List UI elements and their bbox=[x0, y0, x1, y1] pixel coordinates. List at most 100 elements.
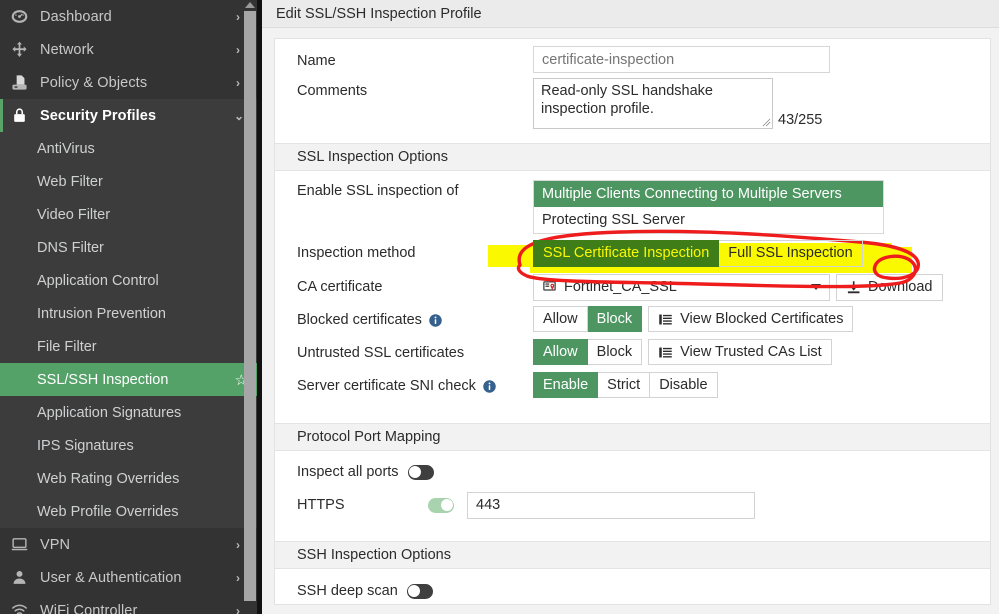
section-title: SSH Inspection Options bbox=[297, 547, 451, 563]
sidebar-item-intrusion-prevention[interactable]: Intrusion Prevention bbox=[0, 297, 262, 330]
untrusted-ssl-certificates-label: Untrusted SSL certificates bbox=[297, 338, 533, 368]
name-row: Name bbox=[275, 39, 990, 76]
inspection-method-row: Inspection method SSL Certificate Inspec… bbox=[275, 234, 990, 268]
name-input[interactable] bbox=[533, 46, 830, 73]
sidebar-group-dashboard[interactable]: Dashboard › bbox=[0, 0, 262, 33]
option-protecting-ssl-server[interactable]: Protecting SSL Server bbox=[534, 207, 883, 233]
sni-check-row: Server certificate SNI check Enable Stri… bbox=[275, 368, 990, 410]
download-ca-certificate-button[interactable]: Download bbox=[836, 274, 943, 301]
sidebar-item-label: DNS Filter bbox=[37, 240, 248, 256]
sni-check-label: Server certificate SNI check bbox=[297, 371, 533, 401]
ca-certificate-value: Fortinet_CA_SSL bbox=[557, 279, 811, 295]
sidebar-item-web-profile-overrides[interactable]: Web Profile Overrides bbox=[0, 495, 262, 528]
name-label: Name bbox=[297, 46, 533, 76]
sidebar-item-ssl-ssh-inspection[interactable]: SSL/SSH Inspection ☆ bbox=[0, 363, 262, 396]
list-icon bbox=[658, 345, 673, 360]
method-full-ssl-inspection[interactable]: Full SSL Inspection bbox=[719, 240, 862, 267]
inspection-method-segmented-control[interactable]: SSL Certificate Inspection Full SSL Insp… bbox=[533, 240, 863, 267]
sidebar-item-ips-signatures[interactable]: IPS Signatures bbox=[0, 429, 262, 462]
sidebar-item-label: Video Filter bbox=[37, 207, 248, 223]
sni-disable-button[interactable]: Disable bbox=[650, 372, 717, 398]
sidebar-item-label: SSL/SSH Inspection bbox=[37, 372, 235, 388]
enable-ssl-inspection-row: Enable SSL inspection of Multiple Client… bbox=[275, 171, 990, 234]
untrusted-certificates-segmented-control[interactable]: Allow Block bbox=[533, 339, 642, 365]
blocked-certificates-label: Blocked certificates bbox=[297, 305, 533, 335]
blocked-certificates-segmented-control[interactable]: Allow Block bbox=[533, 306, 642, 332]
blocked-block-button[interactable]: Block bbox=[588, 306, 642, 332]
sni-enable-button[interactable]: Enable bbox=[533, 372, 598, 398]
ssh-inspection-options-section-header: SSH Inspection Options bbox=[275, 541, 990, 569]
sidebar-group-user-authentication[interactable]: User & Authentication › bbox=[0, 561, 262, 594]
profile-form-card: Name Comments Read-only SSL handshake in… bbox=[274, 38, 991, 605]
chevron-down-icon[interactable] bbox=[811, 284, 821, 290]
method-ssl-certificate-inspection[interactable]: SSL Certificate Inspection bbox=[533, 240, 719, 267]
https-toggle[interactable] bbox=[428, 498, 454, 513]
sidebar-item-application-control[interactable]: Application Control bbox=[0, 264, 262, 297]
info-icon[interactable] bbox=[428, 313, 443, 328]
ca-certificate-dropdown[interactable]: Fortinet_CA_SSL bbox=[533, 274, 830, 301]
blocked-certificates-row: Blocked certificates Allow Block bbox=[275, 302, 990, 335]
inspect-all-ports-toggle[interactable] bbox=[408, 465, 434, 480]
download-icon bbox=[846, 280, 861, 295]
inspect-all-ports-label: Inspect all ports bbox=[297, 459, 434, 485]
view-blocked-certificates-button[interactable]: View Blocked Certificates bbox=[648, 306, 853, 332]
dashboard-gauge-icon bbox=[11, 8, 37, 25]
inspect-all-ports-label-text: Inspect all ports bbox=[297, 464, 399, 480]
monitor-icon bbox=[11, 536, 37, 553]
sni-strict-button[interactable]: Strict bbox=[598, 372, 650, 398]
sidebar-item-file-filter[interactable]: File Filter bbox=[0, 330, 262, 363]
sidebar-bottom-groups: VPN › User & Authentication › WiFi Contr… bbox=[0, 528, 262, 614]
protocol-port-mapping-section-header: Protocol Port Mapping bbox=[275, 423, 990, 451]
sidebar-item-antivirus[interactable]: AntiVirus bbox=[0, 132, 262, 165]
sidebar-item-label: Application Control bbox=[37, 273, 248, 289]
sidebar-group-policy-objects[interactable]: Policy & Objects › bbox=[0, 66, 262, 99]
blocked-allow-button[interactable]: Allow bbox=[533, 306, 588, 332]
sidebar-item-dns-filter[interactable]: DNS Filter bbox=[0, 231, 262, 264]
sidebar-item-label: Web Profile Overrides bbox=[37, 504, 248, 520]
sidebar-item-label: Intrusion Prevention bbox=[37, 306, 248, 322]
sidebar-scrollbar[interactable] bbox=[244, 0, 256, 614]
view-trusted-cas-list-label: View Trusted CAs List bbox=[680, 344, 822, 360]
sidebar-group-wifi-controller[interactable]: WiFi Controller › bbox=[0, 594, 262, 614]
info-icon[interactable] bbox=[482, 379, 497, 394]
untrusted-block-button[interactable]: Block bbox=[588, 339, 642, 365]
inspection-method-label: Inspection method bbox=[297, 238, 533, 268]
sidebar-group-security-profiles[interactable]: Security Profiles ⌄ bbox=[0, 99, 262, 132]
sidebar-item-label: Web Rating Overrides bbox=[37, 471, 248, 487]
comments-textarea[interactable]: Read-only SSL handshake inspection profi… bbox=[533, 78, 773, 129]
profile-form-content: Name Comments Read-only SSL handshake in… bbox=[262, 29, 999, 614]
sni-check-label-text: Server certificate SNI check bbox=[297, 378, 476, 394]
section-title: SSL Inspection Options bbox=[297, 149, 448, 165]
spacer bbox=[275, 530, 990, 541]
download-label: Download bbox=[868, 279, 933, 295]
sidebar-group-vpn[interactable]: VPN › bbox=[0, 528, 262, 561]
sidebar-item-label: AntiVirus bbox=[37, 141, 248, 157]
spacer bbox=[275, 410, 990, 423]
scrollbar-thumb[interactable] bbox=[244, 11, 256, 601]
sidebar-top-groups: Dashboard › Network › Policy & Objects › bbox=[0, 0, 262, 132]
sidebar-group-label: WiFi Controller bbox=[37, 603, 236, 614]
untrusted-allow-button[interactable]: Allow bbox=[533, 339, 588, 365]
sidebar-group-label: User & Authentication bbox=[37, 570, 236, 586]
sidebar-group-network[interactable]: Network › bbox=[0, 33, 262, 66]
sidebar-group-label: Network bbox=[37, 42, 236, 58]
sidebar-item-application-signatures[interactable]: Application Signatures bbox=[0, 396, 262, 429]
ssh-deep-scan-toggle[interactable] bbox=[407, 584, 433, 599]
scroll-up-arrow-icon[interactable] bbox=[245, 2, 255, 8]
comments-character-counter: 43/255 bbox=[778, 112, 822, 128]
sidebar-group-label: Security Profiles bbox=[37, 108, 234, 124]
ssh-deep-scan-label: SSH deep scan bbox=[297, 578, 433, 604]
view-trusted-cas-list-button[interactable]: View Trusted CAs List bbox=[648, 339, 832, 365]
sidebar-item-web-filter[interactable]: Web Filter bbox=[0, 165, 262, 198]
page-title: Edit SSL/SSH Inspection Profile bbox=[276, 6, 482, 22]
enable-ssl-inspection-listbox[interactable]: Multiple Clients Connecting to Multiple … bbox=[533, 180, 884, 234]
sidebar-item-video-filter[interactable]: Video Filter bbox=[0, 198, 262, 231]
https-port-input[interactable] bbox=[467, 492, 755, 519]
sni-check-segmented-control[interactable]: Enable Strict Disable bbox=[533, 372, 718, 398]
ssh-deep-scan-row: SSH deep scan bbox=[275, 569, 990, 604]
ca-certificate-label: CA certificate bbox=[297, 272, 533, 302]
option-multiple-clients-multiple-servers[interactable]: Multiple Clients Connecting to Multiple … bbox=[534, 181, 883, 207]
ca-certificate-row: CA certificate Fortinet_CA_SSL bbox=[275, 268, 990, 302]
policy-document-icon bbox=[11, 74, 37, 91]
sidebar-item-web-rating-overrides[interactable]: Web Rating Overrides bbox=[0, 462, 262, 495]
